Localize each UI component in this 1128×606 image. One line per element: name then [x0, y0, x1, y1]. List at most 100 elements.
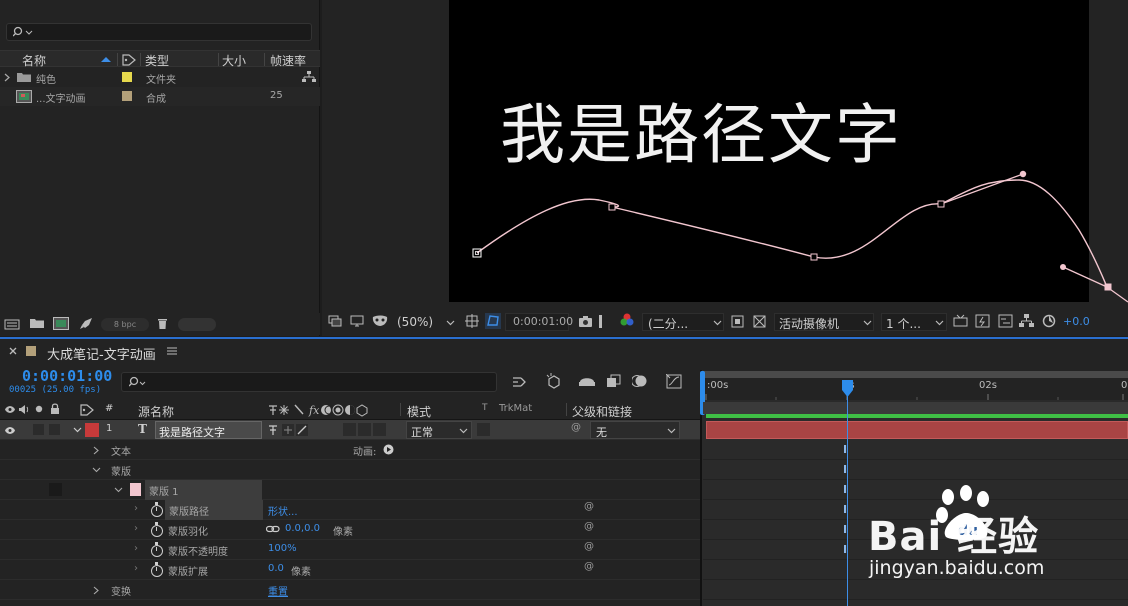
layer-row[interactable]: 1 T 我是路径文字 正常 @ 无 [0, 420, 700, 440]
mask-1-row[interactable]: 蒙版 1 [0, 480, 700, 500]
stopwatch-icon[interactable] [151, 522, 163, 537]
mask-vertex[interactable] [810, 253, 818, 261]
mask-vertex[interactable] [937, 200, 945, 208]
region-of-interest-icon[interactable] [731, 315, 744, 328]
sort-up-icon[interactable] [100, 56, 112, 63]
show-snapshot-icon[interactable] [599, 315, 606, 328]
view-layout-dropdown[interactable]: 1 个... [881, 313, 947, 331]
fast-previews-icon[interactable] [975, 314, 990, 328]
layer-label-color[interactable] [85, 423, 99, 437]
label-tag-icon[interactable] [80, 404, 94, 416]
mask-curve[interactable] [476, 179, 1108, 288]
mask-feather-row[interactable]: › 蒙版羽化 0.0,0.0 像素 @ [0, 520, 700, 540]
trash-icon[interactable] [157, 317, 168, 330]
always-preview-icon[interactable] [328, 315, 342, 328]
label-color-swatch[interactable] [122, 91, 132, 101]
panel-menu-icon[interactable] [167, 347, 177, 355]
composition-mini-flowchart-icon[interactable] [512, 375, 528, 389]
property-group-transform[interactable]: 变换 重置 [0, 580, 700, 600]
grid-guides-icon[interactable] [465, 314, 479, 328]
camera-dropdown[interactable]: 活动摄像机 [774, 313, 874, 331]
solo-dot-icon[interactable] [35, 405, 43, 413]
mask-feather-value[interactable]: 0.0,0.0 [285, 523, 320, 534]
stopwatch-icon[interactable] [151, 562, 163, 577]
timeline-panel-icon[interactable] [998, 314, 1013, 328]
mask-path-value[interactable]: 形状... [268, 503, 298, 518]
col-mode[interactable]: 模式 [407, 403, 431, 420]
current-time-display[interactable]: 0:00:01:00 [22, 367, 112, 385]
solo-toggle[interactable] [33, 424, 44, 435]
chevron-right-icon[interactable] [93, 446, 99, 455]
col-name[interactable]: 名称 [22, 52, 46, 69]
toggle-mask-path-icon[interactable] [485, 313, 501, 329]
project-item-solids-folder[interactable]: 纯色 文件夹 [0, 68, 320, 87]
pick-whip-icon[interactable]: @ [584, 501, 594, 512]
mask-name-field[interactable]: 蒙版 1 [145, 480, 262, 500]
bezier-handle-point[interactable] [1019, 170, 1027, 178]
col-source-name[interactable]: 源名称 [138, 403, 174, 420]
col-size[interactable]: 大小 [222, 52, 246, 69]
chevron-down-icon[interactable] [73, 427, 82, 433]
bezier-handle-line[interactable] [940, 173, 1024, 205]
chevron-right-icon[interactable] [4, 73, 11, 82]
mask-expansion-value[interactable]: 0.0 [268, 563, 284, 574]
close-icon[interactable] [9, 347, 17, 355]
toggle-pixel-aspect-icon[interactable] [953, 314, 968, 328]
property-group-masks[interactable]: 蒙版 [0, 460, 700, 480]
pick-whip-icon[interactable]: @ [584, 561, 594, 572]
chevron-right-icon[interactable] [93, 586, 99, 595]
layer-name-field[interactable]: 我是路径文字 [155, 421, 262, 439]
preserve-transparency-toggle[interactable] [477, 423, 490, 436]
mask-path-row[interactable]: › 蒙版路径 形状... @ [0, 500, 700, 520]
col-track-matte[interactable]: TrkMat [499, 403, 532, 414]
resolution-dropdown[interactable]: (二分... [642, 313, 724, 331]
mask-vertex-selected[interactable] [1104, 283, 1112, 291]
stopwatch-icon[interactable] [151, 542, 163, 557]
reset-transform-link[interactable]: 重置 [268, 583, 288, 598]
stopwatch-icon[interactable] [151, 502, 163, 517]
pick-whip-icon[interactable]: @ [584, 541, 594, 552]
mask-expansion-row[interactable]: › 蒙版扩展 0.0 像素 @ [0, 560, 700, 580]
shy-layers-icon[interactable] [578, 374, 596, 388]
transparency-grid-icon[interactable] [753, 315, 766, 328]
mask-opacity-row[interactable]: › 蒙版不透明度 100% @ [0, 540, 700, 560]
mask-visibility-icon[interactable] [371, 315, 389, 328]
lock-toggle[interactable] [49, 424, 60, 435]
current-time-indicator[interactable] [847, 380, 848, 606]
cti-playhead-icon[interactable] [841, 380, 854, 398]
col-parent-link[interactable]: 父级和链接 [572, 403, 632, 420]
mask-path-overlay[interactable] [449, 0, 1128, 310]
chevron-down-icon[interactable] [446, 320, 455, 326]
flowchart-icon[interactable] [302, 71, 316, 83]
comp-marker-bar[interactable] [703, 402, 1128, 414]
eye-icon[interactable] [4, 426, 16, 435]
animate-menu-label[interactable]: 动画: [353, 443, 376, 458]
bezier-handle-point[interactable] [1060, 264, 1066, 270]
audio-speaker-icon[interactable] [18, 404, 30, 415]
col-fps[interactable]: 帧速率 [270, 52, 306, 69]
reset-exposure-icon[interactable] [1042, 314, 1056, 328]
chevron-down-icon[interactable] [114, 487, 123, 493]
mask-opacity-value[interactable]: 100% [268, 543, 297, 554]
comp-flowchart-icon[interactable] [1019, 314, 1034, 328]
current-time-field[interactable]: 0:00:01:00 [505, 313, 573, 331]
lock-icon[interactable] [50, 403, 60, 415]
thumbnail-size-slider[interactable] [178, 318, 216, 331]
mask-color-swatch[interactable] [130, 483, 141, 496]
label-color-swatch[interactable] [122, 72, 132, 82]
timeline-search-input[interactable] [121, 372, 497, 392]
constrain-proportions-link-icon[interactable] [266, 525, 280, 534]
layer-duration-bar[interactable] [706, 421, 1128, 439]
interpret-footage-icon[interactable] [4, 318, 20, 330]
label-tag-icon[interactable] [122, 54, 136, 66]
play-menu-icon[interactable] [383, 444, 394, 455]
timeline-tab-title[interactable]: 大成笔记-文字动画 [47, 344, 156, 363]
col-preserve-transparency[interactable]: T [482, 403, 488, 413]
work-area-bar[interactable] [703, 371, 1128, 378]
mask-lock-toggle[interactable] [49, 483, 62, 496]
channel-rgb-icon[interactable] [620, 313, 634, 327]
zoom-level-dropdown[interactable]: (50%) [397, 315, 433, 329]
chevron-down-icon[interactable] [92, 467, 101, 473]
blend-mode-dropdown[interactable]: 正常 [406, 421, 472, 439]
mask-vertex[interactable] [608, 203, 616, 211]
